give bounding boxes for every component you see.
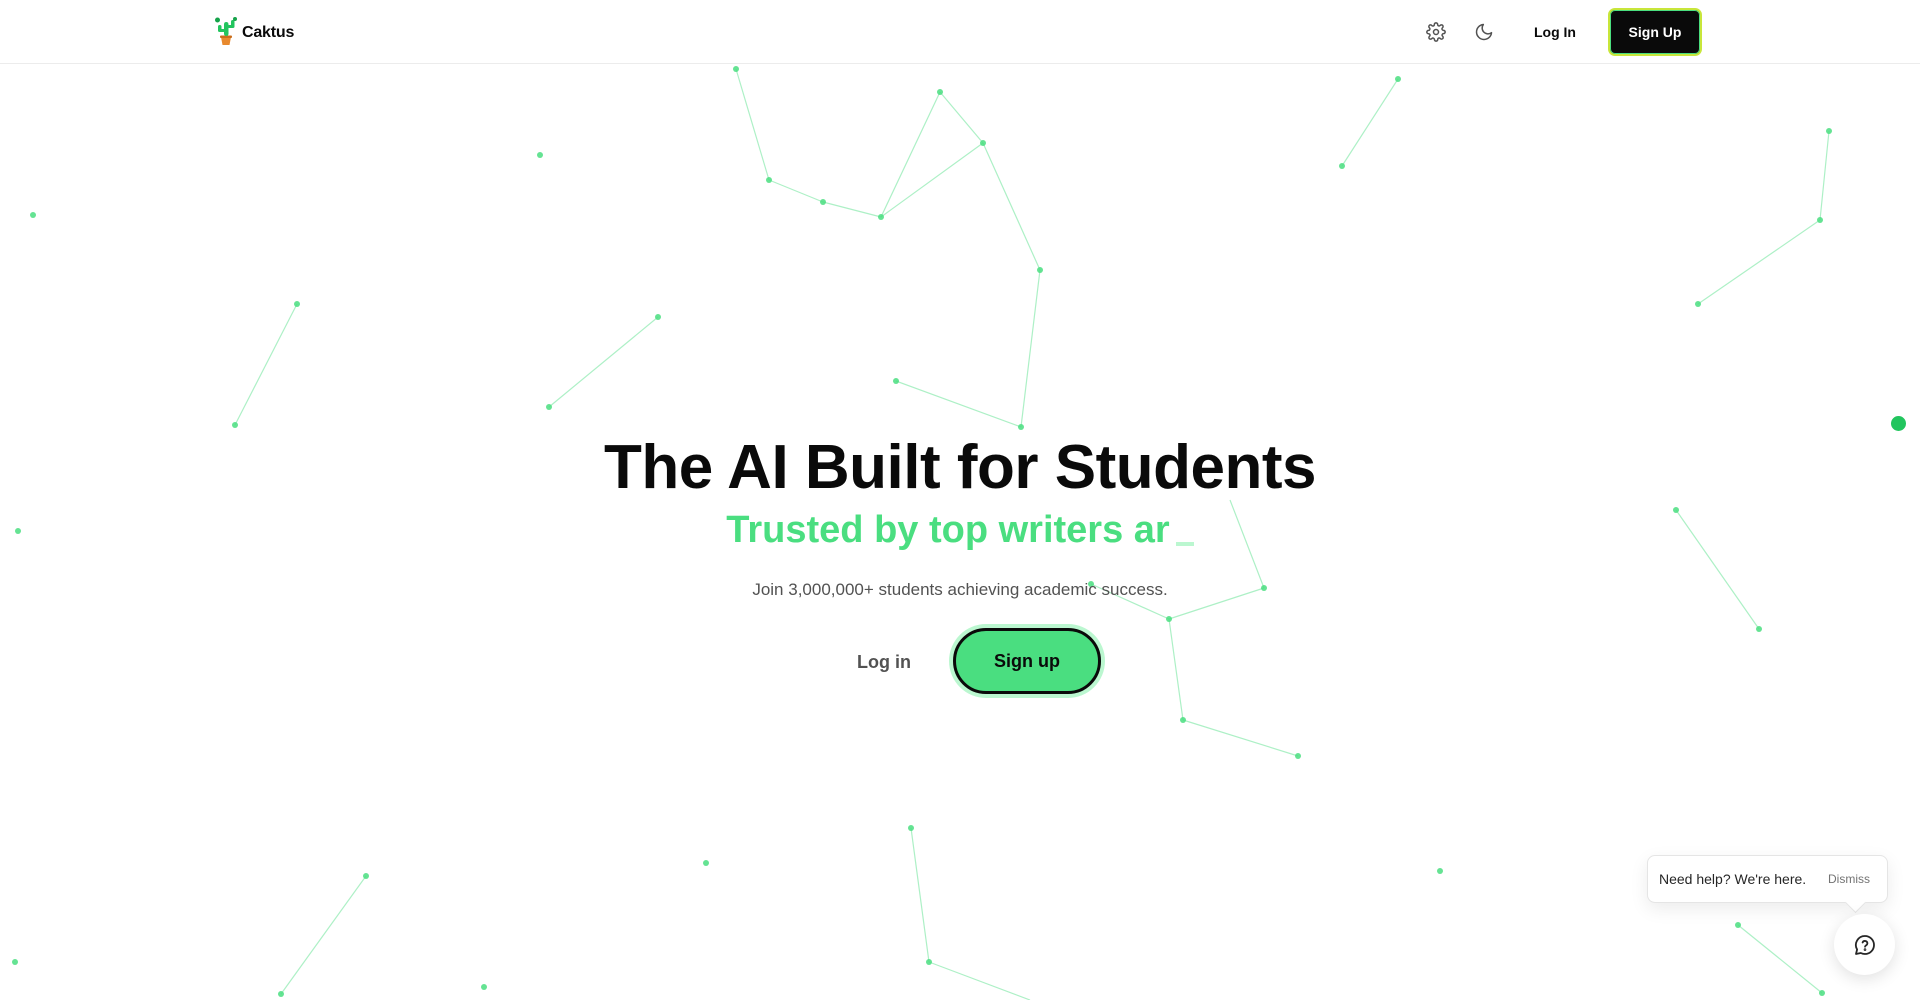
hero-title: The AI Built for Students: [604, 433, 1316, 502]
hero-login-button[interactable]: Log in: [857, 650, 911, 674]
hero-signup-button[interactable]: Sign up: [953, 628, 1101, 694]
cactus-logo-icon: [215, 17, 237, 45]
moon-icon: [1475, 23, 1493, 41]
side-indicator-dot: [1891, 416, 1906, 431]
header-login-link[interactable]: Log In: [1534, 24, 1576, 40]
help-bubble: Need help? We're here. Dismiss: [1647, 855, 1888, 903]
help-dismiss-button[interactable]: Dismiss: [1828, 872, 1870, 886]
page: Caktus Log In Sign Up The AI Built for S…: [0, 0, 1920, 1000]
settings-button[interactable]: [1416, 12, 1456, 52]
top-nav: Caktus Log In Sign Up: [0, 0, 1920, 64]
theme-toggle-button[interactable]: [1464, 12, 1504, 52]
typing-cursor: [1175, 542, 1194, 546]
chat-help-icon: [1854, 934, 1875, 955]
gear-icon: [1426, 22, 1446, 42]
hero-typed-subtitle: Trusted by top writers ar: [0, 502, 1920, 558]
header-signup-button[interactable]: Sign Up: [1608, 8, 1702, 56]
help-text: Need help? We're here.: [1659, 871, 1807, 887]
typed-text: Trusted by top writers ar: [726, 509, 1170, 551]
brand-name: Caktus: [242, 24, 295, 41]
header-actions: Log In Sign Up: [1408, 8, 1702, 56]
hero-note: Join 3,000,000+ students achieving acade…: [752, 580, 1168, 599]
brand-home-link[interactable]: Caktus: [214, 16, 294, 46]
chat-help-button[interactable]: [1834, 914, 1895, 975]
